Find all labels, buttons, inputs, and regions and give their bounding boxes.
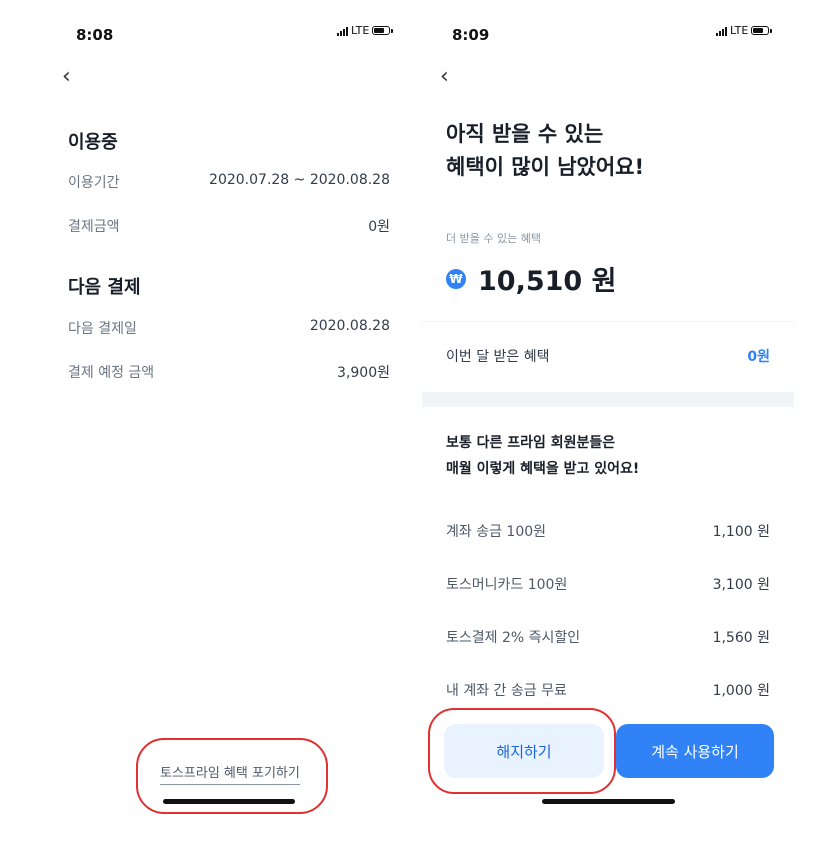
next-date-value: 2020.08.28 bbox=[309, 318, 390, 334]
benefit-label: 내 계좌 간 송금 무료 bbox=[446, 683, 567, 699]
next-amount-label: 결제 예정 금액 bbox=[68, 365, 155, 381]
next-date-label: 다음 결제일 bbox=[68, 321, 137, 337]
benefit-row: 토스머니카드 100원 3,100 원 bbox=[446, 574, 770, 594]
status-time: 8:08 bbox=[76, 26, 114, 44]
battery-icon bbox=[751, 26, 773, 35]
period-row: 이용기간 2020.07.28 ~ 2020.08.28 bbox=[68, 172, 390, 192]
cancel-subscription-button[interactable]: 해지하기 bbox=[444, 724, 604, 778]
benefit-label: 계좌 송금 100원 bbox=[446, 524, 547, 540]
status-time: 8:09 bbox=[452, 26, 490, 44]
continue-using-button[interactable]: 계속 사용하기 bbox=[616, 724, 774, 778]
signal-icon bbox=[337, 26, 348, 36]
signal-icon bbox=[716, 26, 727, 36]
benefit-label: 토스결제 2% 즉시할인 bbox=[446, 630, 581, 646]
others-title: 보통 다른 프라임 회원분들은 매월 이렇게 혜택을 받고 있어요! bbox=[446, 430, 639, 482]
more-benefit-label: 더 받을 수 있는 혜택 bbox=[446, 232, 541, 245]
benefit-value: 1,000 원 bbox=[712, 683, 770, 699]
paid-row: 결제금액 0원 bbox=[68, 216, 390, 236]
home-indicator bbox=[163, 799, 295, 804]
this-month-row: 이번 달 받은 혜택 0원 bbox=[446, 346, 770, 366]
divider bbox=[422, 321, 794, 322]
home-indicator bbox=[542, 799, 675, 804]
left-screen: 8:08 LTE ‹ 이용중 이용기간 2020.07.28 ~ 2020.08… bbox=[40, 0, 420, 849]
headline-line-1: 아직 받을 수 있는 bbox=[446, 122, 604, 146]
in-use-title: 이용중 bbox=[68, 132, 118, 153]
period-label: 이용기간 bbox=[68, 175, 120, 191]
benefit-row: 내 계좌 간 송금 무료 1,000 원 bbox=[446, 680, 770, 700]
benefit-value: 1,100 원 bbox=[712, 524, 770, 540]
benefit-value: 1,560 원 bbox=[712, 630, 770, 646]
headline-line-2: 혜택이 많이 남았어요! bbox=[446, 155, 645, 179]
this-month-value: 0원 bbox=[747, 349, 770, 365]
status-icons: LTE bbox=[337, 24, 394, 37]
more-benefit-amount: 10,510 원 bbox=[478, 266, 617, 297]
next-amount-row: 결제 예정 금액 3,900원 bbox=[68, 362, 390, 382]
paid-label: 결제금액 bbox=[68, 219, 120, 235]
benefit-value: 3,100 원 bbox=[712, 577, 770, 593]
period-value: 2020.07.28 ~ 2020.08.28 bbox=[209, 172, 390, 188]
back-chevron-icon[interactable]: ‹ bbox=[62, 64, 71, 89]
next-date-row: 다음 결제일 2020.08.28 bbox=[68, 318, 390, 338]
next-payment-title: 다음 결제 bbox=[68, 277, 141, 298]
network-label: LTE bbox=[351, 24, 370, 37]
abandon-benefit-link[interactable]: 토스프라임 혜택 포기하기 bbox=[160, 762, 300, 785]
section-separator bbox=[422, 392, 794, 407]
won-coin-icon: ₩ bbox=[446, 268, 466, 289]
next-amount-value: 3,900원 bbox=[337, 365, 390, 381]
battery-icon bbox=[372, 26, 394, 35]
benefit-row: 계좌 송금 100원 1,100 원 bbox=[446, 521, 770, 541]
headline: 아직 받을 수 있는 혜택이 많이 남았어요! bbox=[446, 118, 644, 184]
paid-value: 0원 bbox=[368, 219, 390, 235]
benefit-row: 토스결제 2% 즉시할인 1,560 원 bbox=[446, 627, 770, 647]
right-screen: 8:09 LTE ‹ 아직 받을 수 있는 혜택이 많이 남았어요! 더 받을 … bbox=[422, 0, 800, 849]
benefit-label: 토스머니카드 100원 bbox=[446, 577, 568, 593]
this-month-label: 이번 달 받은 혜택 bbox=[446, 349, 550, 365]
others-title-line-2: 매월 이렇게 혜택을 받고 있어요! bbox=[446, 461, 640, 477]
others-title-line-1: 보통 다른 프라임 회원분들은 bbox=[446, 435, 616, 451]
more-benefit-amount-row: ₩ 10,510 원 bbox=[446, 259, 616, 298]
network-label: LTE bbox=[730, 24, 749, 37]
status-icons: LTE bbox=[716, 24, 773, 37]
back-chevron-icon[interactable]: ‹ bbox=[440, 64, 449, 89]
